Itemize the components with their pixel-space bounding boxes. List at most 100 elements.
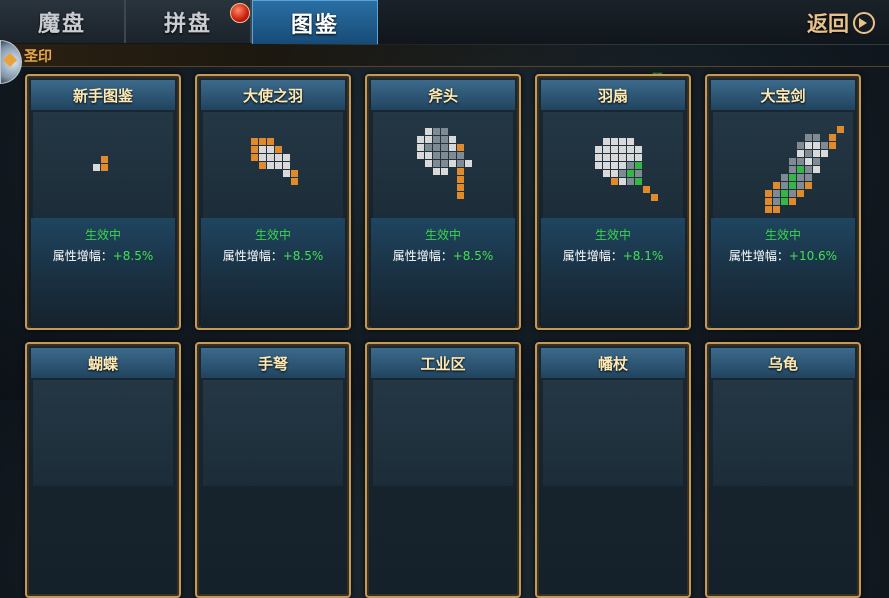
pattern-cell xyxy=(797,174,804,181)
codex-card[interactable]: 斧头 生效中 属性增幅：+8.5% xyxy=(365,74,521,330)
bonus-value: +8.1% xyxy=(622,249,664,263)
pattern-cell xyxy=(797,158,804,165)
tab-codex[interactable]: 图鉴 xyxy=(252,0,378,45)
pattern-cell xyxy=(441,128,448,135)
pattern-cell xyxy=(267,138,274,145)
card-title: 幡杖 xyxy=(541,348,685,378)
pattern-cell xyxy=(425,128,432,135)
pattern-cell xyxy=(805,134,812,141)
back-arrow-icon xyxy=(853,12,875,34)
pattern-cell xyxy=(465,160,472,167)
pattern-cell xyxy=(619,154,626,161)
pattern-cell xyxy=(789,182,796,189)
pattern-cell xyxy=(797,150,804,157)
status-active: 生效中 xyxy=(254,228,291,242)
card-title: 斧头 xyxy=(371,80,515,110)
card-title: 手弩 xyxy=(201,348,345,378)
card-title: 新手图鉴 xyxy=(31,80,175,110)
codex-card[interactable]: 乌龟 xyxy=(705,342,861,598)
pattern-cell xyxy=(789,190,796,197)
pattern-cell xyxy=(417,136,424,143)
attribute-bonus: 属性增幅：+8.5% xyxy=(27,247,179,264)
status-active: 生效中 xyxy=(594,228,631,242)
pattern-cell xyxy=(821,142,828,149)
pattern-cell xyxy=(821,150,828,157)
codex-card[interactable]: 幡杖 xyxy=(535,342,691,598)
bonus-label: 属性增幅： xyxy=(728,249,789,263)
back-button[interactable]: 返回 xyxy=(807,8,875,38)
card-title: 大使之羽 xyxy=(201,80,345,110)
pattern-box xyxy=(203,112,343,218)
pattern-cell xyxy=(283,154,290,161)
bonus-label: 属性增幅： xyxy=(562,249,623,263)
pattern-cell xyxy=(619,138,626,145)
pattern-cell xyxy=(441,144,448,151)
pattern-cell xyxy=(425,160,432,167)
pattern-cell xyxy=(457,184,464,191)
codex-card[interactable]: 蝴蝶 xyxy=(25,342,181,598)
pattern-cell xyxy=(425,152,432,159)
status-active: 生效中 xyxy=(764,228,801,242)
pattern-cell xyxy=(595,162,602,169)
pattern-cell xyxy=(267,162,274,169)
pattern-cell xyxy=(805,174,812,181)
pattern-cell xyxy=(643,186,650,193)
codex-card[interactable]: 大使之羽 生效中 属性增幅：+8.5% xyxy=(195,74,351,330)
pattern-cell xyxy=(457,176,464,183)
bonus-value: +10.6% xyxy=(788,249,838,263)
pattern-cell xyxy=(603,138,610,145)
card-title: 大宝剑 xyxy=(711,80,855,110)
pattern-cell xyxy=(441,160,448,167)
pattern-cell xyxy=(619,162,626,169)
pattern-cell xyxy=(595,146,602,153)
section-header: 圣印 xyxy=(0,44,889,67)
card-title: 蝴蝶 xyxy=(31,348,175,378)
pattern-box xyxy=(543,112,683,218)
pattern-cell xyxy=(251,138,258,145)
pattern-box xyxy=(713,380,853,486)
pattern-cell xyxy=(765,206,772,213)
pattern-box xyxy=(33,380,173,486)
bonus-label: 属性增幅： xyxy=(52,249,113,263)
pattern-cell xyxy=(433,152,440,159)
pattern-cell xyxy=(765,198,772,205)
notification-dot-icon xyxy=(230,3,250,23)
pattern-cell xyxy=(773,190,780,197)
pattern-cell xyxy=(829,134,836,141)
pattern-cell xyxy=(611,146,618,153)
pattern-box xyxy=(373,380,513,486)
pattern-cell xyxy=(93,164,100,171)
pattern-cell xyxy=(813,150,820,157)
pattern-cell xyxy=(611,162,618,169)
pattern-cell xyxy=(797,182,804,189)
pattern-cell xyxy=(417,144,424,151)
pattern-cell xyxy=(813,134,820,141)
pattern-cell xyxy=(635,162,642,169)
codex-card[interactable]: 大宝剑 生效中 属性增幅：+10.6% xyxy=(705,74,861,330)
pattern-cell xyxy=(781,190,788,197)
card-title: 工业区 xyxy=(371,348,515,378)
bonus-value: +8.5% xyxy=(282,249,324,263)
codex-card[interactable]: 羽扇 生效中 属性增幅：+8.1% xyxy=(535,74,691,330)
pattern-cell xyxy=(433,144,440,151)
pattern-cell xyxy=(101,164,108,171)
pattern-cell xyxy=(457,192,464,199)
pattern-cell xyxy=(611,138,618,145)
pattern-cell xyxy=(627,170,634,177)
pattern-cell xyxy=(275,154,282,161)
pattern-cell xyxy=(805,142,812,149)
pattern-cell xyxy=(627,178,634,185)
codex-card[interactable]: 工业区 xyxy=(365,342,521,598)
attribute-bonus: 属性增幅：+8.5% xyxy=(197,247,349,264)
pattern-cell xyxy=(813,142,820,149)
pattern-cell xyxy=(259,162,266,169)
pattern-cell xyxy=(457,168,464,175)
tab-magic-disk[interactable]: 魔盘 xyxy=(0,0,126,43)
pattern-cell xyxy=(283,170,290,177)
codex-card[interactable]: 手弩 xyxy=(195,342,351,598)
pattern-cell xyxy=(635,170,642,177)
pattern-cell xyxy=(805,150,812,157)
pattern-cell xyxy=(259,154,266,161)
codex-card[interactable]: 新手图鉴 生效中 属性增幅：+8.5% xyxy=(25,74,181,330)
pattern-cell xyxy=(457,160,464,167)
